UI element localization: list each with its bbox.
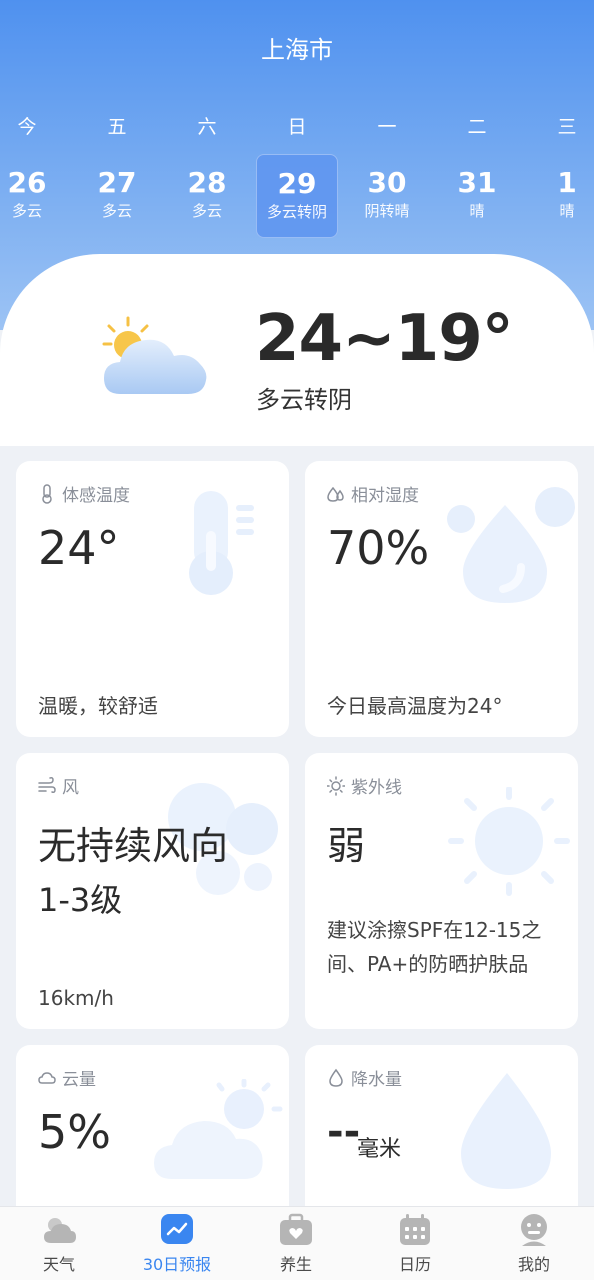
precipitation-unit: 毫米 [357, 1137, 402, 1162]
date-number: 31 [457, 166, 497, 199]
humidity-note: 今日最高温度为24° [327, 694, 503, 718]
weekday-label: 二 [467, 116, 487, 138]
weekday-label: 日 [287, 116, 307, 138]
date-weather: 多云 [11, 202, 42, 220]
sun-decoration-icon [448, 787, 570, 896]
droplets-decoration-icon [447, 487, 575, 603]
wind-level: 1-3级 [38, 881, 123, 919]
uv-value: 弱 [327, 824, 366, 868]
date-weather: 多云转阴 [266, 203, 327, 221]
date-number: 28 [187, 166, 227, 199]
daily-summary: 24~19° 多云转阴 [0, 254, 594, 446]
weekday-label: 一 [377, 116, 397, 138]
date-item[interactable]: 31 晴 [436, 154, 518, 238]
humidity-value: 70% [327, 521, 430, 575]
health-bag-icon [280, 1213, 312, 1245]
partly-cloudy-icon [102, 316, 207, 394]
date-weather: 晴 [469, 202, 485, 220]
date-number: 26 [7, 166, 47, 199]
date-weather: 多云 [191, 202, 222, 220]
feels-like-card[interactable]: 体感温度 24° 温暖，较舒适 [16, 461, 289, 737]
date-number: 27 [97, 166, 137, 199]
uv-card[interactable]: 紫外线 弱 建议涂擦SPF在12-15之间、PA+的防晒护肤品 [305, 753, 578, 1029]
date-item[interactable]: 30 阴转晴 [346, 154, 428, 238]
cloud-icon [38, 1071, 56, 1084]
thermometer-decoration-icon [189, 491, 254, 595]
date-number: 29 [277, 167, 317, 200]
cloud-value: 5% [38, 1105, 111, 1159]
date-weather: 阴转晴 [364, 202, 410, 220]
weekday-row: 今 五 六 日 一 二 三 [0, 112, 594, 142]
wind-card[interactable]: 风 无持续风向 1-3级 16km/h [16, 753, 289, 1029]
profile-icon [521, 1214, 547, 1246]
calendar-icon [400, 1214, 430, 1245]
sun-icon [327, 775, 345, 796]
weekday-label: 六 [197, 116, 217, 138]
nav-health[interactable]: 养生 [237, 1213, 355, 1275]
page: 上海市 今 五 六 日 一 二 三 26 多云 27 多云 28 多云 29 多… [0, 0, 594, 1280]
weekday-label: 今 [17, 116, 37, 138]
raindrop-icon [329, 1068, 343, 1087]
nav-weather[interactable]: 天气 [0, 1213, 118, 1275]
feels-like-note: 温暖，较舒适 [38, 694, 158, 718]
date-item[interactable]: 1 晴 [526, 154, 594, 238]
date-weather: 多云 [101, 202, 132, 220]
weekday-label: 五 [107, 116, 127, 138]
date-number: 1 [557, 166, 577, 199]
wind-speed: 16km/h [38, 986, 114, 1010]
cloud-sun-decoration-icon [154, 1079, 283, 1179]
weekday-label: 三 [557, 116, 577, 138]
city-title[interactable]: 上海市 [0, 30, 594, 65]
droplets-icon [327, 486, 344, 502]
weather-condition: 多云转阴 [256, 386, 352, 414]
nav-profile[interactable]: 我的 [475, 1213, 593, 1275]
cloud-label: 云量 [38, 1065, 96, 1090]
weather-icon [44, 1218, 76, 1243]
bottom-nav: 天气 30日预报 养生 日历 我的 [0, 1206, 594, 1280]
wind-icon [38, 776, 56, 793]
date-item-selected[interactable]: 29 多云转阴 [256, 154, 338, 238]
trend-chart-icon [161, 1214, 193, 1244]
nav-30day-forecast[interactable]: 30日预报 [118, 1213, 236, 1275]
thermometer-icon [42, 483, 52, 504]
temperature-range: 24~19° [255, 302, 514, 376]
precipitation-value: -- [327, 1109, 361, 1155]
feels-like-label: 体感温度 [38, 481, 130, 506]
date-number: 30 [367, 166, 407, 199]
wind-label: 风 [38, 773, 79, 798]
date-item[interactable]: 26 多云 [0, 154, 68, 238]
date-strip: 26 多云 27 多云 28 多云 29 多云转阴 30 阴转晴 31 晴 1 … [0, 154, 594, 240]
humidity-card[interactable]: 相对湿度 70% 今日最高温度为24° [305, 461, 578, 737]
date-item[interactable]: 27 多云 [76, 154, 158, 238]
feels-like-value: 24° [38, 521, 120, 575]
nav-calendar[interactable]: 日历 [356, 1213, 474, 1275]
date-weather: 晴 [559, 202, 575, 220]
humidity-label: 相对湿度 [327, 481, 419, 506]
date-item[interactable]: 28 多云 [166, 154, 248, 238]
uv-label: 紫外线 [327, 773, 402, 798]
raindrop-decoration-icon [461, 1073, 551, 1189]
uv-note: 建议涂擦SPF在12-15之间、PA+的防晒护肤品 [327, 918, 542, 976]
precipitation-label: 降水量 [327, 1065, 402, 1090]
wind-direction: 无持续风向 [38, 824, 229, 868]
